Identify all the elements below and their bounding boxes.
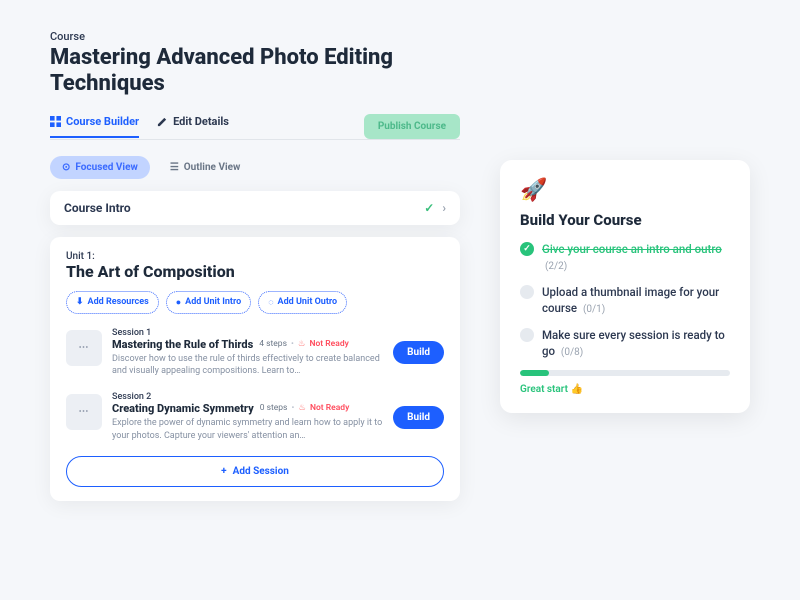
tab-edit-details[interactable]: Edit Details [157,115,229,138]
breadcrumb: Course [50,30,460,43]
session-desc: Explore the power of dynamic symmetry an… [112,417,383,442]
session-body: Session 2 Creating Dynamic Symmetry 0 st… [112,392,383,442]
builder-icon [50,116,61,127]
record-icon: ● [176,297,181,308]
chip-label: Add Unit Intro [185,297,241,307]
view-focused[interactable]: ⊙ Focused View [50,156,150,179]
task-item[interactable]: Make sure every session is ready to go (… [520,327,730,360]
tab-course-builder[interactable]: Course Builder [50,115,139,138]
unit-chips: ⬇ Add Resources ● Add Unit Intro ◌ Add U… [66,291,444,314]
chip-add-intro[interactable]: ● Add Unit Intro [166,291,251,314]
session-label: Session 1 [112,328,383,338]
plus-icon: + [221,466,226,477]
chevron-right-icon: › [442,201,446,215]
check-icon: ✓ [424,201,434,215]
progress-bar [520,370,730,376]
side-title: Build Your Course [520,211,730,229]
unit-label: Unit 1: [66,251,444,262]
tab-label: Edit Details [173,115,229,128]
tab-label: Course Builder [66,115,139,128]
session-thumb[interactable]: ⋯ [66,330,102,366]
task-text: Upload a thumbnail image for your course [542,285,719,315]
intro-actions: ✓ › [424,201,446,215]
page-title: Mastering Advanced Photo Editing Techniq… [50,45,460,98]
chip-add-resources[interactable]: ⬇ Add Resources [66,291,159,314]
download-icon: ⬇ [76,297,84,307]
check-pending-icon [520,285,534,299]
progress-fill [520,370,549,376]
chip-label: Add Unit Outro [278,297,338,307]
chip-add-outro[interactable]: ◌ Add Unit Outro [258,291,347,314]
unit-card: Unit 1: The Art of Composition ⬇ Add Res… [50,237,460,501]
session-thumb[interactable]: ⋯ [66,394,102,430]
unit-title: The Art of Composition [66,262,444,281]
flame-icon: ♨ [298,339,306,349]
view-tabs: ⊙ Focused View ☰ Outline View [50,156,460,179]
progress-label: Great start 👍 [520,384,730,395]
tabs-row: Course Builder Edit Details Publish Cour… [50,114,460,140]
intro-label: Course Intro [64,201,131,215]
chip-label: Add Resources [88,297,149,307]
session-meta: 4 steps • ♨ Not Ready [259,339,349,349]
task-count: (0/8) [561,347,583,358]
add-session-label: Add Session [233,466,289,477]
record-outline-icon: ◌ [268,297,273,308]
publish-button[interactable]: Publish Course [364,114,460,139]
build-button[interactable]: Build [393,341,444,364]
view-label: Outline View [184,162,241,173]
session-title: Mastering the Rule of Thirds [112,338,253,351]
task-text: Give your course an intro and outro [542,242,722,256]
edit-icon [157,116,168,127]
flame-icon: ♨ [298,403,306,413]
check-pending-icon [520,328,534,342]
session-row: ⋯ Session 2 Creating Dynamic Symmetry 0 … [66,392,444,442]
onboarding-card: 🚀 Build Your Course Give your course an … [500,160,750,413]
course-intro-card[interactable]: Course Intro ✓ › [50,191,460,225]
check-done-icon [520,242,534,256]
task-item[interactable]: Give your course an intro and outro (2/2… [520,241,730,274]
session-title: Creating Dynamic Symmetry [112,402,254,415]
task-item[interactable]: Upload a thumbnail image for your course… [520,284,730,317]
task-count: (2/2) [545,261,567,272]
session-label: Session 2 [112,392,383,402]
view-label: Focused View [75,162,137,173]
rocket-icon: 🚀 [520,178,730,203]
session-meta: 0 steps • ♨ Not Ready [260,403,350,413]
session-row: ⋯ Session 1 Mastering the Rule of Thirds… [66,328,444,378]
build-button[interactable]: Build [393,406,444,429]
task-count: (0/1) [583,304,605,315]
focused-icon: ⊙ [62,162,70,173]
add-session-button[interactable]: + Add Session [66,456,444,487]
session-desc: Discover how to use the rule of thirds e… [112,353,383,378]
view-outline[interactable]: ☰ Outline View [158,156,253,179]
outline-icon: ☰ [170,162,179,173]
session-body: Session 1 Mastering the Rule of Thirds 4… [112,328,383,378]
